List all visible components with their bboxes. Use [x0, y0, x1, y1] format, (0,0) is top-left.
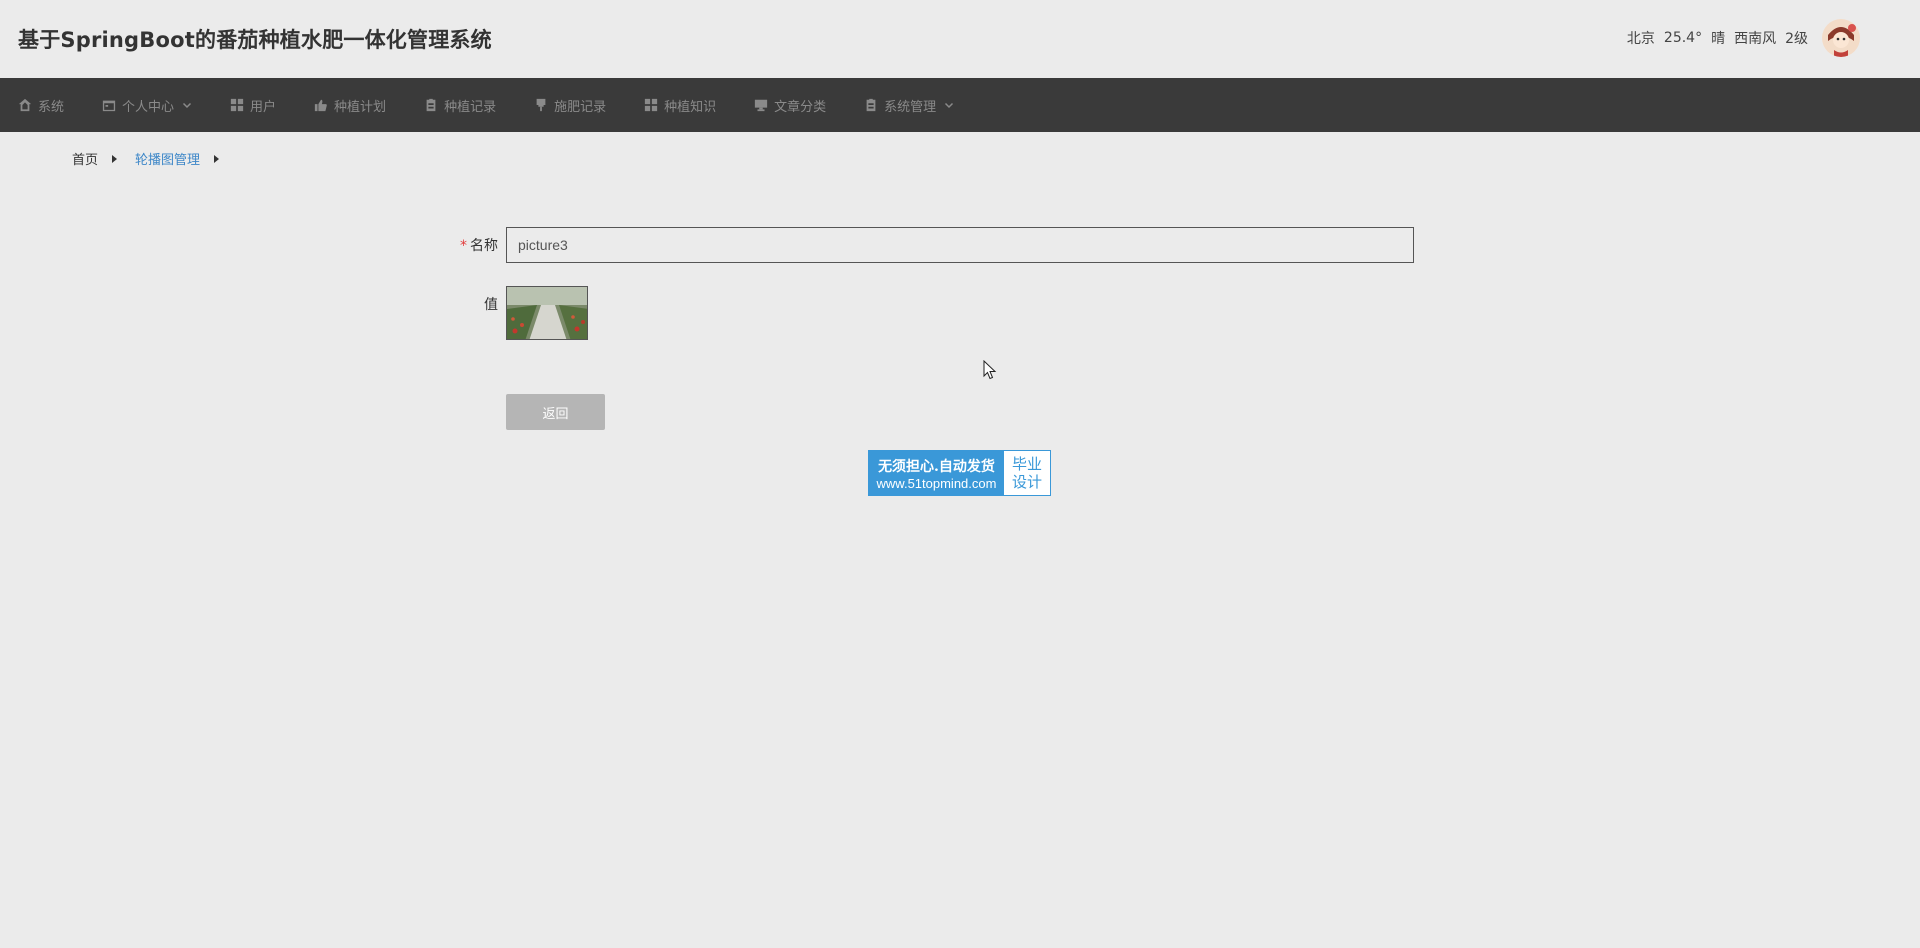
app-title: 基于SpringBoot的番茄种植水肥一体化管理系统 [18, 28, 492, 52]
nav-item-label: 系统 [38, 99, 65, 115]
nav-item-label: 种植计划 [334, 99, 387, 115]
weather-temperature: 25.4° [1663, 30, 1703, 46]
nav-item-label: 种植记录 [444, 99, 497, 115]
watermark-side2: 设计 [1011, 473, 1042, 491]
breadcrumb: 首页 轮播图管理 [72, 149, 237, 168]
back-button[interactable]: 返回 [506, 394, 605, 430]
calendar-icon [102, 100, 116, 112]
watermark-line1: 无须担心.自动发货 [878, 458, 995, 475]
home-icon [18, 98, 32, 112]
nav-item-system[interactable]: 系统 [18, 78, 64, 132]
brush-icon [536, 98, 546, 112]
weather-wind: 西南风 [1734, 31, 1777, 47]
watermark-side1: 毕业 [1011, 455, 1042, 473]
nav-item-fertilizing-record[interactable]: 施肥记录 [534, 78, 606, 132]
watermark-line2: www.51topmind.com [876, 475, 997, 491]
nav-item-planting-record[interactable]: 种植记录 [424, 78, 496, 132]
breadcrumb-current[interactable]: 轮播图管理 [135, 149, 200, 168]
nav-item-planting-knowledge[interactable]: 种植知识 [644, 78, 716, 132]
value-form-row: 值 [448, 286, 588, 340]
nav-item-label: 系统管理 [884, 99, 937, 115]
nav-item-article-category[interactable]: 文章分类 [754, 78, 826, 132]
chevron-down-icon [945, 102, 954, 109]
name-input[interactable] [506, 227, 1414, 263]
nav-item-system-management[interactable]: 系统管理 [864, 78, 954, 132]
nav-item-label: 个人中心 [122, 99, 175, 115]
grid-icon [644, 98, 658, 112]
main-navbar: 系统 个人中心 用户 种植计划 种植记录 施肥记录 种植知识 文章分类 系统管理 [0, 78, 1920, 132]
breadcrumb-home[interactable]: 首页 [72, 149, 98, 168]
weather-city: 北京 [1626, 31, 1655, 47]
nav-item-personal-center[interactable]: 个人中心 [102, 78, 192, 132]
weather-condition: 晴 [1711, 31, 1726, 47]
name-label: * 名称 [460, 238, 498, 254]
caret-right-icon [112, 154, 118, 163]
nav-item-users[interactable]: 用户 [230, 78, 276, 132]
watermark-left: 无须担心.自动发货 www.51topmind.com [869, 451, 1004, 495]
watermark-badge: 无须担心.自动发货 www.51topmind.com 毕业 设计 [868, 450, 1051, 496]
monitor-icon [754, 99, 768, 112]
mouse-cursor-icon [983, 360, 997, 380]
nav-item-planting-plan[interactable]: 种植计划 [314, 78, 386, 132]
clipboard-icon [866, 98, 876, 112]
nav-item-label: 种植知识 [664, 99, 717, 115]
clipboard-icon [426, 98, 436, 112]
grid-icon [230, 98, 244, 112]
required-mark: * [460, 238, 467, 254]
watermark-right: 毕业 设计 [1004, 451, 1050, 495]
weather-widget: 北京 25.4° 晴 西南风 2级 [1627, 28, 1808, 48]
nav-item-label: 文章分类 [774, 99, 827, 115]
name-form-row: * 名称 [448, 227, 1414, 263]
caret-right-icon [214, 154, 220, 163]
weather-level: 2级 [1785, 31, 1808, 47]
value-label: 值 [484, 297, 498, 313]
user-avatar[interactable] [1822, 19, 1860, 57]
chevron-down-icon [183, 102, 192, 109]
value-image-thumbnail[interactable] [506, 286, 588, 340]
thumbs-up-icon [314, 99, 327, 112]
app-header: 基于SpringBoot的番茄种植水肥一体化管理系统 北京 25.4° 晴 西南… [0, 0, 1920, 78]
nav-item-label: 用户 [250, 99, 277, 115]
nav-item-label: 施肥记录 [554, 99, 607, 115]
